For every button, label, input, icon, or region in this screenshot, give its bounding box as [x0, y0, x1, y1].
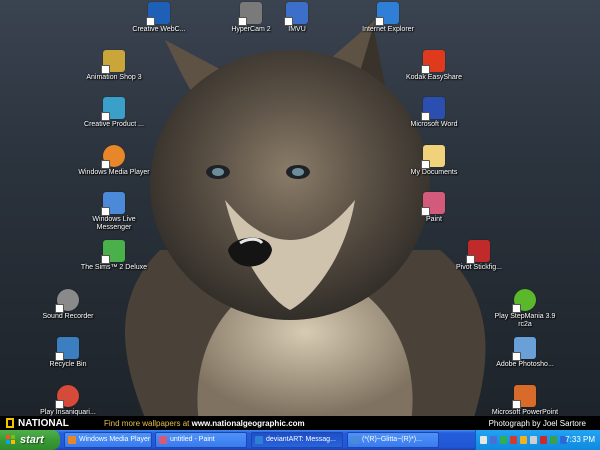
antivirus-icon[interactable] — [510, 436, 517, 444]
promo-url: www.nationalgeographic.com — [191, 419, 305, 428]
icon-label: Animation Shop 3 — [86, 74, 142, 81]
desktop-icon-animation-shop[interactable]: Animation Shop 3 — [77, 50, 151, 82]
internet-explorer-icon — [375, 2, 399, 26]
icon-label: Kodak EasyShare — [405, 74, 463, 81]
messenger-icon — [101, 192, 125, 216]
media-player-icon — [68, 436, 76, 444]
desktop-icon-windows-live-messenger[interactable]: Windows Live Messenger — [77, 192, 151, 232]
messenger-tray-icon[interactable] — [500, 436, 507, 444]
desktop-icon-recycle-bin[interactable]: Recycle Bin — [31, 337, 105, 369]
promo-prefix: Find more wallpapers at — [104, 419, 190, 428]
taskbar: start Windows Media Player untitled - Pa… — [0, 430, 600, 450]
desktop-icon-stepmania[interactable]: Play StepMania 3.9 rc2a — [488, 289, 562, 329]
desktop-icon-insaniquarium[interactable]: Play Insaniquari... — [31, 385, 105, 417]
messenger-status-icon[interactable] — [550, 436, 557, 444]
sims-icon — [101, 240, 125, 264]
microphone-icon — [55, 289, 79, 313]
internet-explorer-icon — [255, 436, 263, 444]
desktop-icon-pivot-stickfigure[interactable]: Pivot Stickfig... — [442, 240, 516, 272]
icon-label: IMVU — [288, 26, 306, 33]
desktop-icon-internet-explorer[interactable]: Internet Explorer — [351, 2, 425, 34]
icon-label: Pivot Stickfig... — [456, 264, 502, 271]
paint-icon — [421, 192, 445, 216]
system-tray: 7:33 PM — [475, 430, 600, 450]
icon-label: Sound Recorder — [42, 313, 94, 320]
start-button[interactable]: start — [0, 430, 60, 450]
folder-icon — [421, 145, 445, 169]
creative-product-icon — [101, 97, 125, 121]
kodak-icon — [421, 50, 445, 74]
icon-label: Windows Live Messenger — [92, 216, 136, 231]
taskbar-item-paint[interactable]: untitled - Paint — [155, 432, 247, 448]
media-player-icon — [101, 145, 125, 169]
desktop-icon-powerpoint[interactable]: Microsoft PowerPoint — [488, 385, 562, 417]
hypercam-icon — [238, 2, 262, 26]
desktop-icon-windows-media-player[interactable]: Windows Media Player — [77, 145, 151, 177]
desktop-icon-imvu[interactable]: IMVU — [260, 2, 334, 34]
icon-label: My Documents — [410, 169, 458, 176]
webcam-icon — [146, 2, 170, 26]
wallpaper-promo: Find more wallpapers at www.nationalgeog… — [104, 419, 305, 428]
word-icon — [421, 97, 445, 121]
desktop-icon-paint[interactable]: Paint — [397, 192, 471, 224]
start-label: start — [20, 434, 44, 446]
desktop-icon-sims-2[interactable]: The Sims™ 2 Deluxe — [77, 240, 151, 272]
security-icon[interactable] — [540, 436, 547, 444]
icon-label: Paint — [426, 216, 442, 223]
desktop-icon-adobe-photoshop[interactable]: Adobe Photosho... — [488, 337, 562, 369]
windows-logo-icon — [6, 435, 16, 445]
task-label: untitled - Paint — [170, 436, 215, 443]
update-icon[interactable] — [520, 436, 527, 444]
desktop-icon-creative-product[interactable]: Creative Product ... — [77, 97, 151, 129]
desktop-icon-creative-webcam[interactable]: Creative WebC... — [122, 2, 196, 34]
icon-label: Play StepMania 3.9 rc2a — [494, 313, 556, 328]
icon-label: Adobe Photosho... — [496, 361, 554, 368]
task-label: Windows Media Player — [79, 436, 151, 443]
task-label: (*(R)~Glitta~(R)*)... — [362, 436, 422, 443]
volume-icon[interactable] — [530, 436, 537, 444]
icon-label: Internet Explorer — [362, 26, 414, 33]
network-icon[interactable] — [490, 436, 497, 444]
desktop-icon-my-documents[interactable]: My Documents — [397, 145, 471, 177]
taskbar-item-windows-media-player[interactable]: Windows Media Player — [64, 432, 152, 448]
desktop-icon-sound-recorder[interactable]: Sound Recorder — [31, 289, 105, 321]
national-geographic-logo: NATIONAL — [4, 418, 72, 430]
icon-label: Microsoft Word — [410, 121, 458, 128]
icon-label: Recycle Bin — [49, 361, 87, 368]
photo-credit: Photograph by Joel Sartore — [488, 419, 586, 428]
icon-label: Creative WebC... — [132, 26, 186, 33]
messenger-icon — [351, 436, 359, 444]
stepmania-icon — [512, 289, 536, 313]
icon-label: Windows Media Player — [78, 169, 150, 176]
powerpoint-icon — [512, 385, 536, 409]
desktop-icon-microsoft-word[interactable]: Microsoft Word — [397, 97, 471, 129]
icon-label: The Sims™ 2 Deluxe — [80, 264, 148, 271]
task-label: deviantART: Messag... — [266, 436, 336, 443]
paint-icon — [159, 436, 167, 444]
stickfigure-icon — [466, 240, 490, 264]
taskbar-item-messenger-chat[interactable]: (*(R)~Glitta~(R)*)... — [347, 432, 439, 448]
imvu-icon — [284, 2, 308, 26]
photoshop-icon — [512, 337, 536, 361]
clock[interactable]: 7:33 PM — [565, 430, 595, 450]
icon-label: Creative Product ... — [84, 121, 144, 128]
animation-shop-icon — [101, 50, 125, 74]
insaniquarium-icon — [55, 385, 79, 409]
desktop[interactable]: Creative WebC... HyperCam 2 IMVU Interne… — [0, 0, 600, 430]
recycle-bin-icon — [55, 337, 79, 361]
desktop-icon-kodak-easyshare[interactable]: Kodak EasyShare — [397, 50, 471, 82]
language-icon[interactable] — [480, 436, 487, 444]
taskbar-item-deviantart[interactable]: deviantART: Messag... — [251, 432, 343, 448]
